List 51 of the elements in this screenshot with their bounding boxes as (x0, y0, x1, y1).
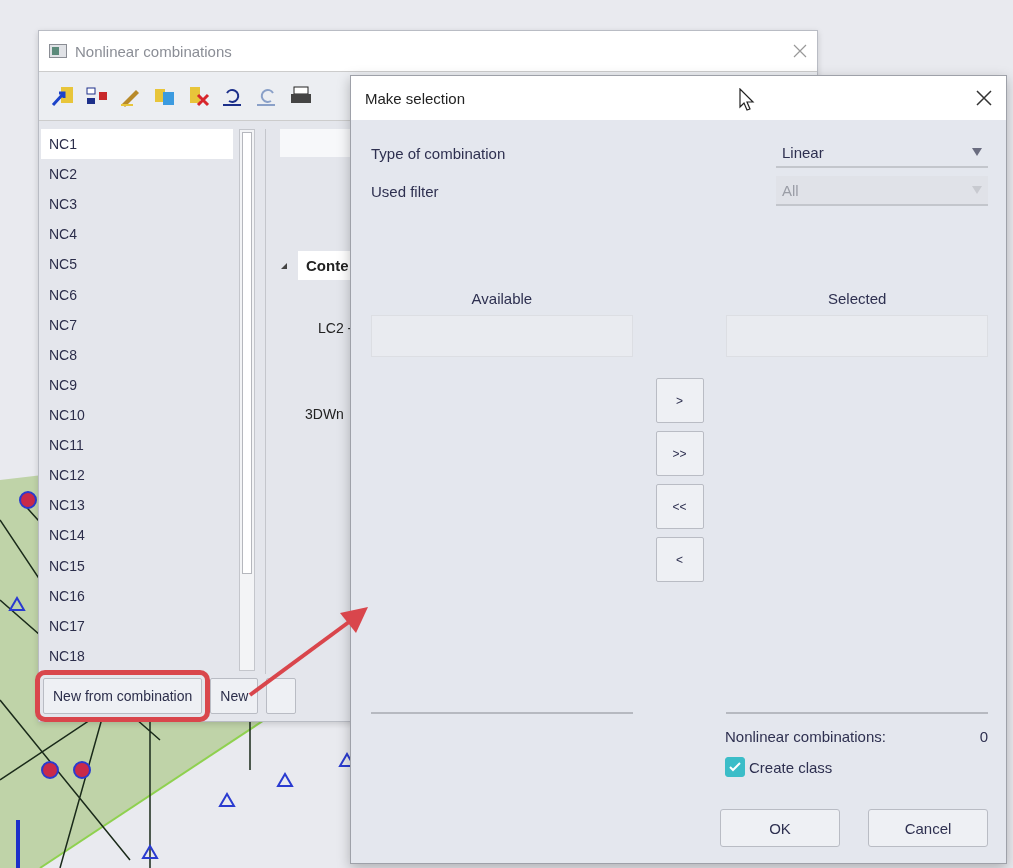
checkbox[interactable] (725, 757, 745, 777)
list-item[interactable]: NC10 (41, 400, 233, 431)
cursor-icon (739, 88, 755, 112)
list-item[interactable]: NC5 (41, 249, 233, 280)
field-label: Type of combination (371, 144, 506, 162)
split-icon[interactable] (85, 85, 109, 107)
dropdown[interactable]: Linear (776, 138, 988, 168)
list-item[interactable]: NC15 (41, 550, 233, 581)
window-icon (49, 44, 67, 58)
transfer-button[interactable]: < (655, 537, 704, 582)
list-item[interactable]: NC14 (41, 520, 233, 551)
window-title: Nonlinear combinations (75, 42, 232, 60)
transfer-button[interactable]: << (655, 484, 704, 529)
count-value: 0 (979, 728, 988, 745)
column-header: Available (471, 290, 533, 307)
column-header: Selected (827, 290, 887, 307)
list-item[interactable]: NC9 (41, 369, 233, 400)
caret-icon (972, 186, 982, 194)
caret-icon (972, 148, 982, 156)
expanded-icon[interactable] (280, 261, 288, 270)
transfer-button[interactable]: > (655, 378, 704, 423)
table-arrow-icon[interactable] (51, 85, 75, 107)
scrollbar[interactable] (239, 129, 255, 671)
section-row-text: LC2 - (318, 320, 354, 336)
section-row-text: 3DWn (305, 406, 345, 422)
list-item[interactable]: NC12 (41, 460, 233, 491)
list-item[interactable]: NC8 (41, 339, 233, 370)
checkbox-label: Create class (749, 758, 833, 776)
list-item[interactable]: NC18 (41, 640, 233, 671)
list-item[interactable]: NC7 (41, 309, 233, 340)
window-button[interactable] (266, 678, 297, 714)
dialog-title: Make selection (365, 89, 466, 107)
list-item[interactable]: NC3 (41, 189, 233, 220)
list-item[interactable]: NC6 (41, 279, 233, 310)
list-item[interactable]: NC4 (41, 219, 233, 250)
list-item[interactable]: NC13 (41, 490, 233, 521)
list-item[interactable]: NC2 (41, 159, 233, 190)
transfer-button[interactable]: >> (655, 431, 704, 476)
delete-table-icon[interactable] (187, 85, 211, 107)
dialog-button[interactable]: OK (720, 809, 840, 847)
count-label: Nonlinear combinations: (725, 728, 886, 745)
list-item[interactable]: NC1 (41, 129, 233, 160)
scrollbar-thumb[interactable] (242, 132, 252, 574)
close-icon[interactable] (976, 90, 992, 106)
dialog-button[interactable]: Cancel (868, 809, 988, 847)
check-icon (729, 762, 741, 772)
list-item[interactable]: NC11 (41, 430, 233, 461)
field-label: Used filter (371, 182, 439, 200)
list-item[interactable]: NC17 (41, 610, 233, 641)
window-button[interactable]: New (210, 678, 259, 714)
list-item[interactable]: NC16 (41, 580, 233, 611)
